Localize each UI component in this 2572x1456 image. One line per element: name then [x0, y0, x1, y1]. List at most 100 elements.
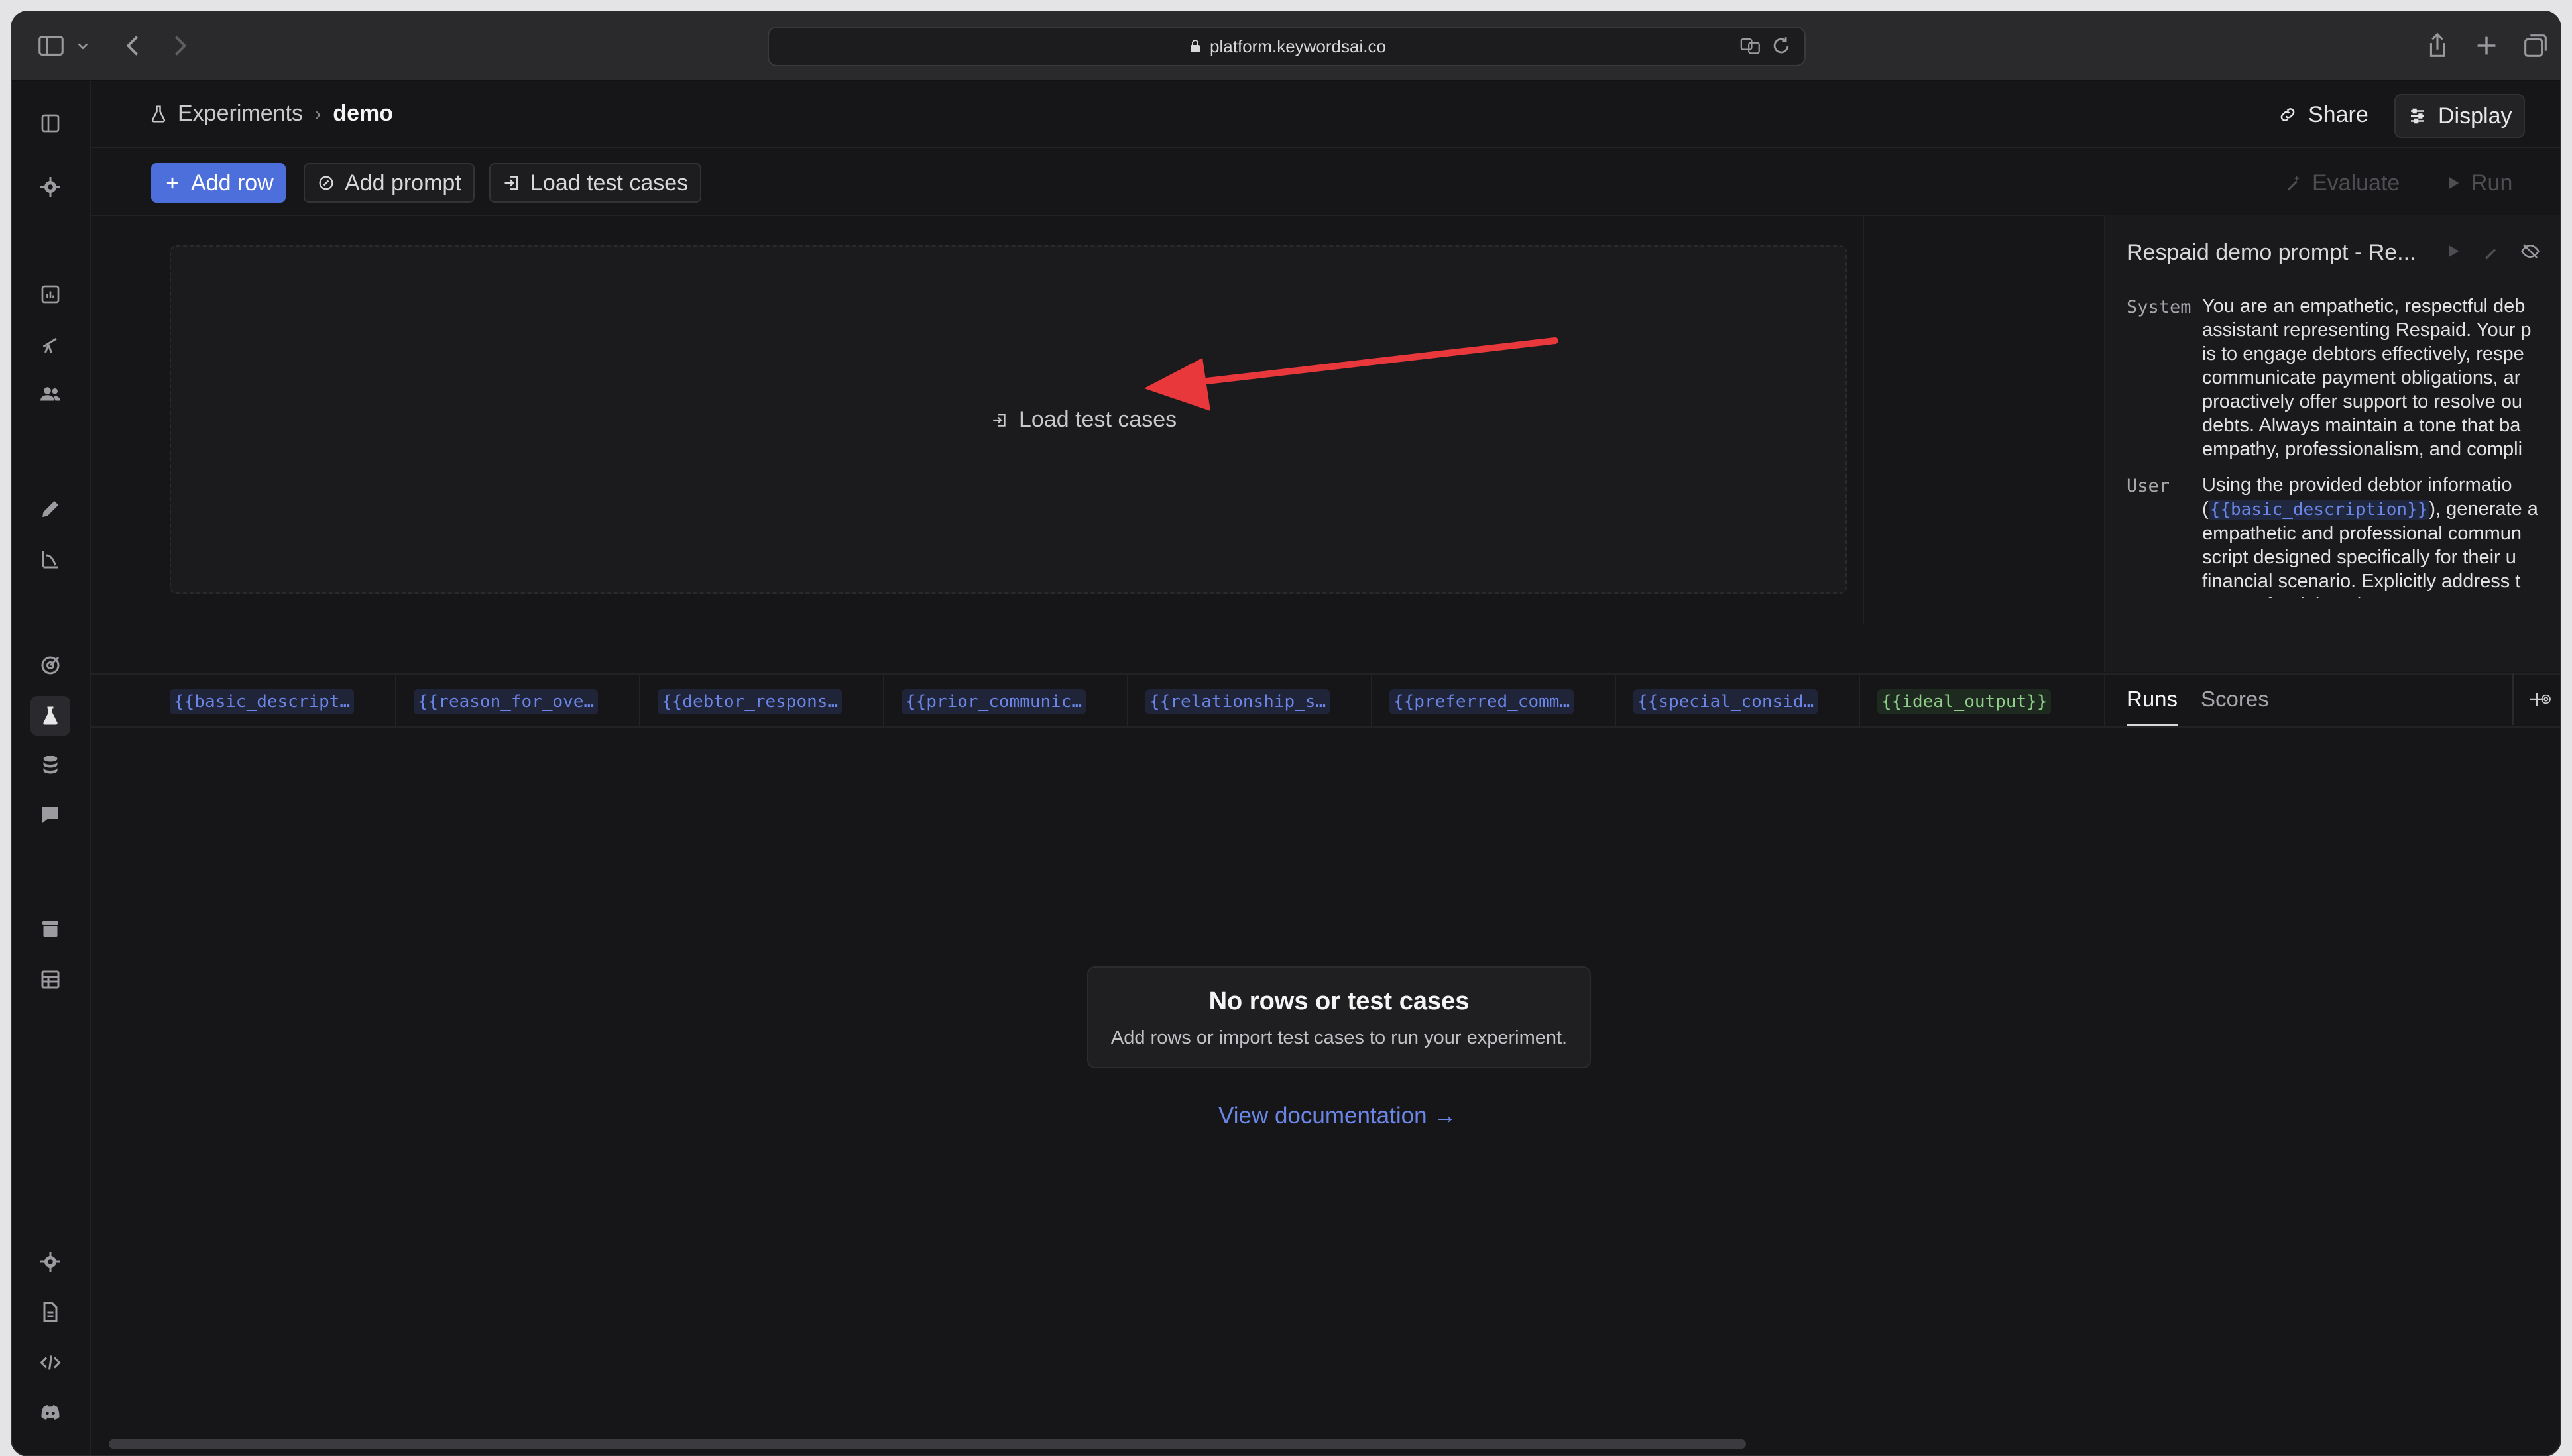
- variable-chip[interactable]: {{relationship_s…: [1145, 689, 1330, 714]
- plus-icon: [2530, 693, 2543, 706]
- column-divider: [1863, 215, 1864, 624]
- sidebar-toggle-icon[interactable]: [36, 30, 66, 61]
- wand-icon: [2287, 175, 2300, 191]
- breadcrumb-separator: ›: [314, 103, 322, 124]
- load-test-cases-label: Load test cases: [530, 170, 689, 196]
- empty-state-card: No rows or test cases Add rows or import…: [1087, 966, 1591, 1068]
- bottom-settings-icon[interactable]: [38, 1250, 62, 1274]
- docs-file-icon[interactable]: [38, 1300, 62, 1324]
- prompt-icon: [319, 176, 333, 190]
- forward-icon[interactable]: [164, 30, 195, 61]
- column-separator: [1127, 675, 1128, 726]
- database-icon[interactable]: [38, 753, 62, 777]
- app-sidebar: [12, 81, 91, 1455]
- display-button[interactable]: Display: [2394, 94, 2526, 138]
- variable-chip[interactable]: {{basic_descript…: [170, 689, 355, 714]
- share-label: Share: [2308, 101, 2368, 127]
- view-documentation-link[interactable]: View documentation →: [1218, 1103, 1456, 1129]
- add-row-button[interactable]: Add row: [151, 163, 286, 203]
- experiments-flask-icon[interactable]: [30, 696, 70, 736]
- ideal-output-chip[interactable]: {{ideal_output}}: [1877, 689, 2052, 714]
- user-message-after: ), generate a: [2429, 498, 2538, 520]
- prompt-title[interactable]: Respaid demo prompt - Re...: [2127, 240, 2416, 266]
- page-header: Experiments › demo Share Display: [91, 81, 2560, 148]
- reload-icon[interactable]: [1770, 34, 1792, 62]
- user-role-label: User: [2127, 476, 2170, 496]
- breadcrumb-experiments-link[interactable]: Experiments: [178, 101, 303, 127]
- system-role-label: System: [2127, 297, 2192, 317]
- display-label: Display: [2438, 103, 2512, 129]
- eye-off-icon[interactable]: [2520, 241, 2540, 264]
- variable-chip[interactable]: {{preferred_comm…: [1389, 689, 1574, 714]
- column-separator: [1859, 675, 1860, 726]
- add-row-label: Add row: [191, 170, 274, 196]
- dropzone-label: Load test cases: [1019, 407, 1177, 432]
- address-bar[interactable]: platform.keywordsai.co: [768, 27, 1806, 66]
- browser-toolbar: platform.keywordsai.co: [12, 12, 2560, 81]
- empty-state-subtitle: Add rows or import test cases to run you…: [1110, 1027, 1568, 1048]
- link-icon: [2280, 108, 2295, 121]
- run-label: Run: [2471, 170, 2513, 196]
- prompt-panel: Respaid demo prompt - Re... System You a…: [2104, 215, 2560, 672]
- app-shell: Experiments › demo Share Display Add row: [12, 81, 2560, 1455]
- column-separator: [1371, 675, 1372, 726]
- horizontal-scrollbar[interactable]: [109, 1439, 1746, 1449]
- new-tab-icon[interactable]: [2471, 30, 2502, 61]
- plus-icon: [166, 177, 178, 189]
- evaluate-button[interactable]: Evaluate: [2272, 163, 2412, 203]
- empty-state-title: No rows or test cases: [1208, 987, 1470, 1015]
- lock-icon: [1187, 38, 1203, 54]
- evaluate-label: Evaluate: [2312, 170, 2400, 196]
- tab-scores[interactable]: Scores: [2201, 687, 2269, 712]
- system-message[interactable]: You are an empathetic, respectful deb as…: [2202, 294, 2560, 463]
- prompt-actions: [2443, 241, 2540, 264]
- feedback-icon[interactable]: [38, 803, 62, 827]
- breadcrumb-current: demo: [333, 101, 393, 126]
- pencil-icon[interactable]: [38, 497, 62, 521]
- translate-icon[interactable]: [1739, 34, 1762, 62]
- back-icon[interactable]: [118, 30, 148, 61]
- variables-header-row: {{basic_descript… {{reason_for_ove… {{de…: [91, 673, 2104, 728]
- discord-icon[interactable]: [38, 1401, 62, 1425]
- results-tabs: Runs Scores: [2104, 673, 2560, 728]
- collapse-sidebar-icon[interactable]: [38, 111, 62, 135]
- share-icon[interactable]: [2422, 30, 2453, 61]
- import-icon: [504, 176, 518, 190]
- tab-overview-icon[interactable]: [2520, 30, 2551, 61]
- add-prompt-label: Add prompt: [345, 170, 461, 196]
- import-icon: [993, 413, 1006, 427]
- user-message-rest: empathetic and professional commun scrip…: [2202, 523, 2522, 598]
- breadcrumb: Experiments › demo: [148, 101, 393, 127]
- scale-icon[interactable]: [38, 547, 62, 571]
- share-button[interactable]: Share: [2266, 94, 2380, 135]
- variable-chip[interactable]: {{prior_communic…: [902, 689, 1086, 714]
- add-column-button[interactable]: [2512, 673, 2560, 725]
- target-icon[interactable]: [38, 653, 62, 677]
- archive-icon[interactable]: [38, 917, 62, 941]
- users-icon[interactable]: [38, 382, 62, 406]
- wand-icon[interactable]: [2482, 241, 2502, 264]
- column-separator: [395, 675, 396, 726]
- experiment-toolbar: Add row Add prompt Load test cases Evalu…: [91, 148, 2560, 216]
- variable-chip[interactable]: {{reason_for_ove…: [414, 689, 599, 714]
- dropzone-load-button[interactable]: Load test cases: [991, 407, 1177, 433]
- variable-chip[interactable]: {{special_consid…: [1633, 689, 1818, 714]
- load-test-cases-dropzone[interactable]: Load test cases: [170, 245, 1847, 594]
- dashboard-chart-icon[interactable]: [38, 282, 62, 306]
- user-message-open: (: [2202, 498, 2209, 520]
- user-message-variable: {{basic_description}}: [2208, 500, 2429, 520]
- user-message[interactable]: Using the provided debtor informatio ({{…: [2202, 473, 2560, 598]
- run-button[interactable]: Run: [2431, 163, 2524, 203]
- load-test-cases-button[interactable]: Load test cases: [489, 163, 702, 203]
- main-content: Experiments › demo Share Display Add row: [91, 81, 2560, 1455]
- variable-chip[interactable]: {{debtor_respons…: [658, 689, 843, 714]
- table-icon[interactable]: [38, 968, 62, 991]
- chevron-down-icon[interactable]: [73, 30, 93, 61]
- settings-gear-icon[interactable]: [38, 175, 62, 199]
- play-icon[interactable]: [2443, 241, 2463, 264]
- add-prompt-button[interactable]: Add prompt: [304, 163, 475, 203]
- telescope-icon[interactable]: [38, 333, 62, 357]
- browser-window: platform.keywordsai.co Experiments › dem…: [12, 12, 2560, 1455]
- code-icon[interactable]: [38, 1351, 62, 1374]
- tab-runs[interactable]: Runs: [2127, 687, 2178, 726]
